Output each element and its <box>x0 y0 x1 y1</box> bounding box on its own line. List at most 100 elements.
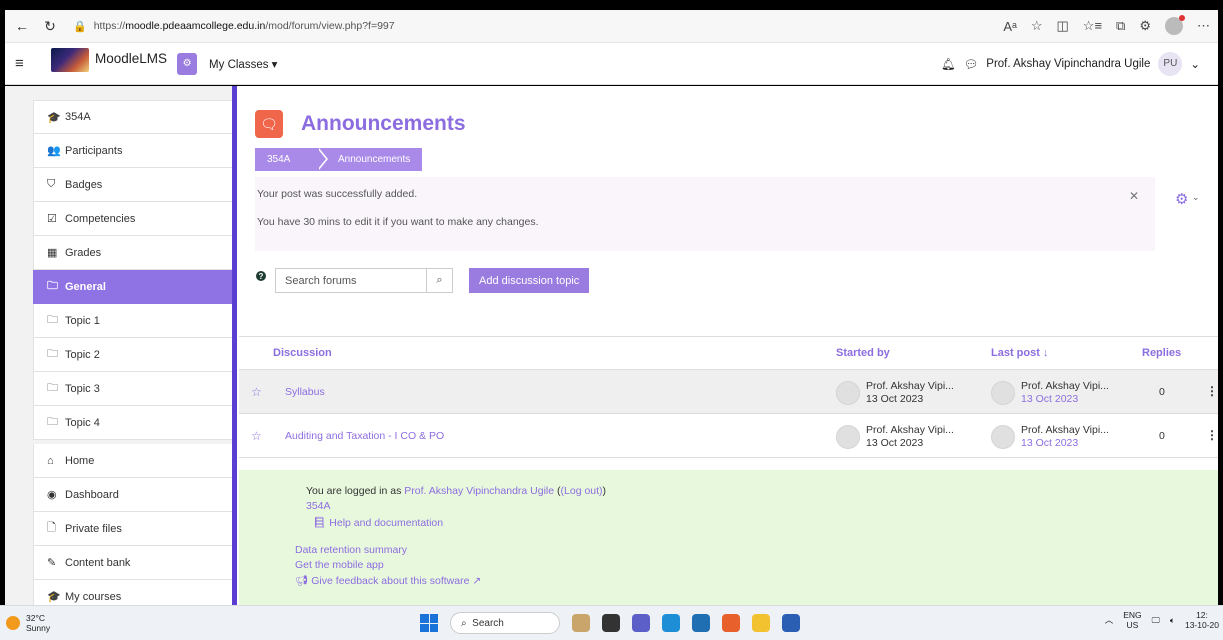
task-view-icon[interactable] <box>602 614 620 632</box>
sidebar-nav: 🎓 354A 👥 Participants ⛉ Badges ☑ Competencies ▦ G… <box>33 100 233 605</box>
sidebar-item-grades[interactable]: ▦ Grades <box>33 236 233 270</box>
edge-browser-icon[interactable] <box>662 614 680 632</box>
sidebar-item-dashboard[interactable]: ◉ Dashboard <box>33 478 233 512</box>
start-date: 13 Oct 2023 <box>866 437 924 449</box>
last-post-author[interactable]: Prof. Akshay Vipi... <box>1021 424 1109 437</box>
replies-count[interactable]: 0 <box>1159 386 1165 398</box>
breadcrumb-forum[interactable]: Announcements <box>317 148 423 171</box>
more-actions-icon[interactable]: ⋮ <box>1206 428 1218 442</box>
sidebar-item-general[interactable]: 🗀 General <box>33 270 233 304</box>
clock-date: 13-10-20 <box>1184 620 1219 630</box>
clock[interactable]: 12: 13-10-20 <box>1185 610 1219 630</box>
close-icon[interactable]: ✕ <box>1129 189 1139 203</box>
site-logo <box>51 47 89 72</box>
footer-course-link[interactable]: 354A <box>306 500 331 512</box>
read-aloud-icon[interactable]: Aᵃ <box>1003 19 1017 34</box>
chevron-down-icon[interactable]: ⌄ <box>1192 192 1200 203</box>
avatar[interactable]: PU <box>1158 51 1183 76</box>
notification-bell-icon[interactable]: 🔔︎ <box>941 57 956 71</box>
sidebar-item-home[interactable]: ⌂ Home <box>33 444 233 478</box>
tray-chevron-icon[interactable]: ︿ <box>1105 614 1114 626</box>
lang-code: ENG <box>1123 610 1142 620</box>
col-discussion[interactable]: Discussion <box>273 347 332 359</box>
more-icon[interactable]: ⋯ <box>1197 18 1210 34</box>
browser-profile-icon[interactable] <box>1165 15 1185 35</box>
search-icon[interactable]: ⌕ <box>426 269 452 292</box>
last-post-date[interactable]: 13 Oct 2023 <box>1021 437 1109 450</box>
help-docs-link[interactable]: 📘︎ Help and documentation <box>313 516 443 529</box>
last-post-date[interactable]: 13 Oct 2023 <box>1021 393 1109 406</box>
star-icon[interactable]: ☆ <box>251 429 262 443</box>
sidebar-item-354a[interactable]: 🎓 354A <box>33 100 233 134</box>
sidebar-scrollbar[interactable] <box>232 86 237 605</box>
col-last-post[interactable]: Last post ↓ <box>991 347 1048 359</box>
language-indicator[interactable]: ENG US <box>1123 610 1141 630</box>
sidebar-item-content-bank[interactable]: ✎ Content bank <box>33 546 233 580</box>
sidebar-item-label: Topic 3 <box>65 382 100 395</box>
file-explorer-icon[interactable] <box>752 614 770 632</box>
feedback-link[interactable]: 📢︎ Give feedback about this software ↗ <box>295 574 481 587</box>
settings-gear-icon[interactable]: ⚙ <box>1175 190 1188 208</box>
logged-in-user-link[interactable]: Prof. Akshay Vipinchandra Ugile <box>404 485 554 497</box>
starter-name[interactable]: Prof. Akshay Vipi... <box>866 380 954 393</box>
sidebar-item-my-courses[interactable]: 🎓 My courses <box>33 580 233 605</box>
sidebar-item-participants[interactable]: 👥 Participants <box>33 134 233 168</box>
replies-count[interactable]: 0 <box>1159 430 1165 442</box>
more-actions-icon[interactable]: ⋮ <box>1206 384 1218 398</box>
mobile-app-link[interactable]: Get the mobile app <box>295 559 384 571</box>
my-classes-menu[interactable]: My Classes ▾ <box>209 57 277 71</box>
starter-name[interactable]: Prof. Akshay Vipi... <box>866 424 954 437</box>
data-retention-link[interactable]: Data retention summary <box>295 544 407 556</box>
volume-icon[interactable]: 🔈︎ <box>1170 615 1175 626</box>
refresh-icon[interactable]: ↻ <box>39 18 61 35</box>
menu-toggle-icon[interactable]: ≡ <box>15 55 35 72</box>
address-bar[interactable]: 🔒 https://moodle.pdeaamcollege.edu.in/mo… <box>73 14 893 38</box>
search-input[interactable]: Search forums ⌕ <box>275 268 453 293</box>
windows-start-icon[interactable] <box>420 614 438 632</box>
messages-icon[interactable]: 💬︎ <box>964 57 979 71</box>
sidebar-item-label: Home <box>65 454 95 467</box>
sidebar-item-label: 354A <box>65 111 91 123</box>
favorite-star-icon[interactable]: ☆ <box>1031 18 1043 34</box>
star-icon[interactable]: ☆ <box>251 385 262 399</box>
url-host: moodle.pdeaamcollege.edu.in <box>125 20 266 32</box>
taskbar-search[interactable]: ⌕ Search <box>450 612 560 634</box>
sidebar-item-topic-4[interactable]: 🗀 Topic 4 <box>33 406 233 440</box>
discussion-link[interactable]: Auditing and Taxation - I CO & PO <box>285 430 444 442</box>
sidebar-item-label: Grades <box>65 246 102 259</box>
user-name[interactable]: Prof. Akshay Vipinchandra Ugile <box>986 58 1150 70</box>
network-icon[interactable]: 🖵 <box>1152 615 1160 626</box>
last-post-author[interactable]: Prof. Akshay Vipi... <box>1021 380 1109 393</box>
split-screen-icon[interactable]: ◫ <box>1057 18 1069 34</box>
table-icon: ▦ <box>47 247 58 259</box>
search-placeholder: Search forums <box>285 274 357 287</box>
col-replies[interactable]: Replies <box>1142 347 1181 359</box>
col-started-by[interactable]: Started by <box>836 347 890 359</box>
widget-app-icon[interactable] <box>572 614 590 632</box>
word-app-icon[interactable] <box>782 614 800 632</box>
site-brand[interactable]: MoodleLMS <box>51 47 167 79</box>
discussion-table: Discussion Started by Last post ↓ Replie… <box>239 336 1218 458</box>
sidebar-item-badges[interactable]: ⛉ Badges <box>33 168 233 202</box>
sidebar-item-topic-2[interactable]: 🗀 Topic 2 <box>33 338 233 372</box>
sidebar-item-topic-3[interactable]: 🗀 Topic 3 <box>33 372 233 406</box>
breadcrumb-course[interactable]: 354A <box>255 148 328 171</box>
weather-widget[interactable]: 32°C Sunny <box>6 613 50 633</box>
chat-app-icon[interactable] <box>632 614 650 632</box>
page-footer: You are logged in as Prof. Akshay Vipinc… <box>239 470 1218 605</box>
user-menu-chevron-icon[interactable]: ⌄ <box>1190 57 1200 71</box>
logout-link[interactable]: ((Log out)) <box>557 485 606 497</box>
sidebar-item-topic-1[interactable]: 🗀 Topic 1 <box>33 304 233 338</box>
back-icon[interactable]: ← <box>11 18 33 34</box>
course-tools-icon[interactable]: ⚙ <box>177 52 198 75</box>
sidebar-item-private-files[interactable]: 🗋 Private files <box>33 512 233 546</box>
firefox-icon[interactable] <box>722 614 740 632</box>
sidebar-item-competencies[interactable]: ☑ Competencies <box>33 202 233 236</box>
store-app-icon[interactable] <box>692 614 710 632</box>
favorites-list-icon[interactable]: ☆≡ <box>1083 18 1102 34</box>
help-icon[interactable]: ? <box>256 271 266 281</box>
collections-icon[interactable]: ⧉ <box>1116 18 1125 34</box>
extensions-icon[interactable]: ⚙ <box>1139 18 1151 34</box>
add-discussion-button[interactable]: Add discussion topic <box>469 268 590 293</box>
discussion-link[interactable]: Syllabus <box>285 386 325 398</box>
